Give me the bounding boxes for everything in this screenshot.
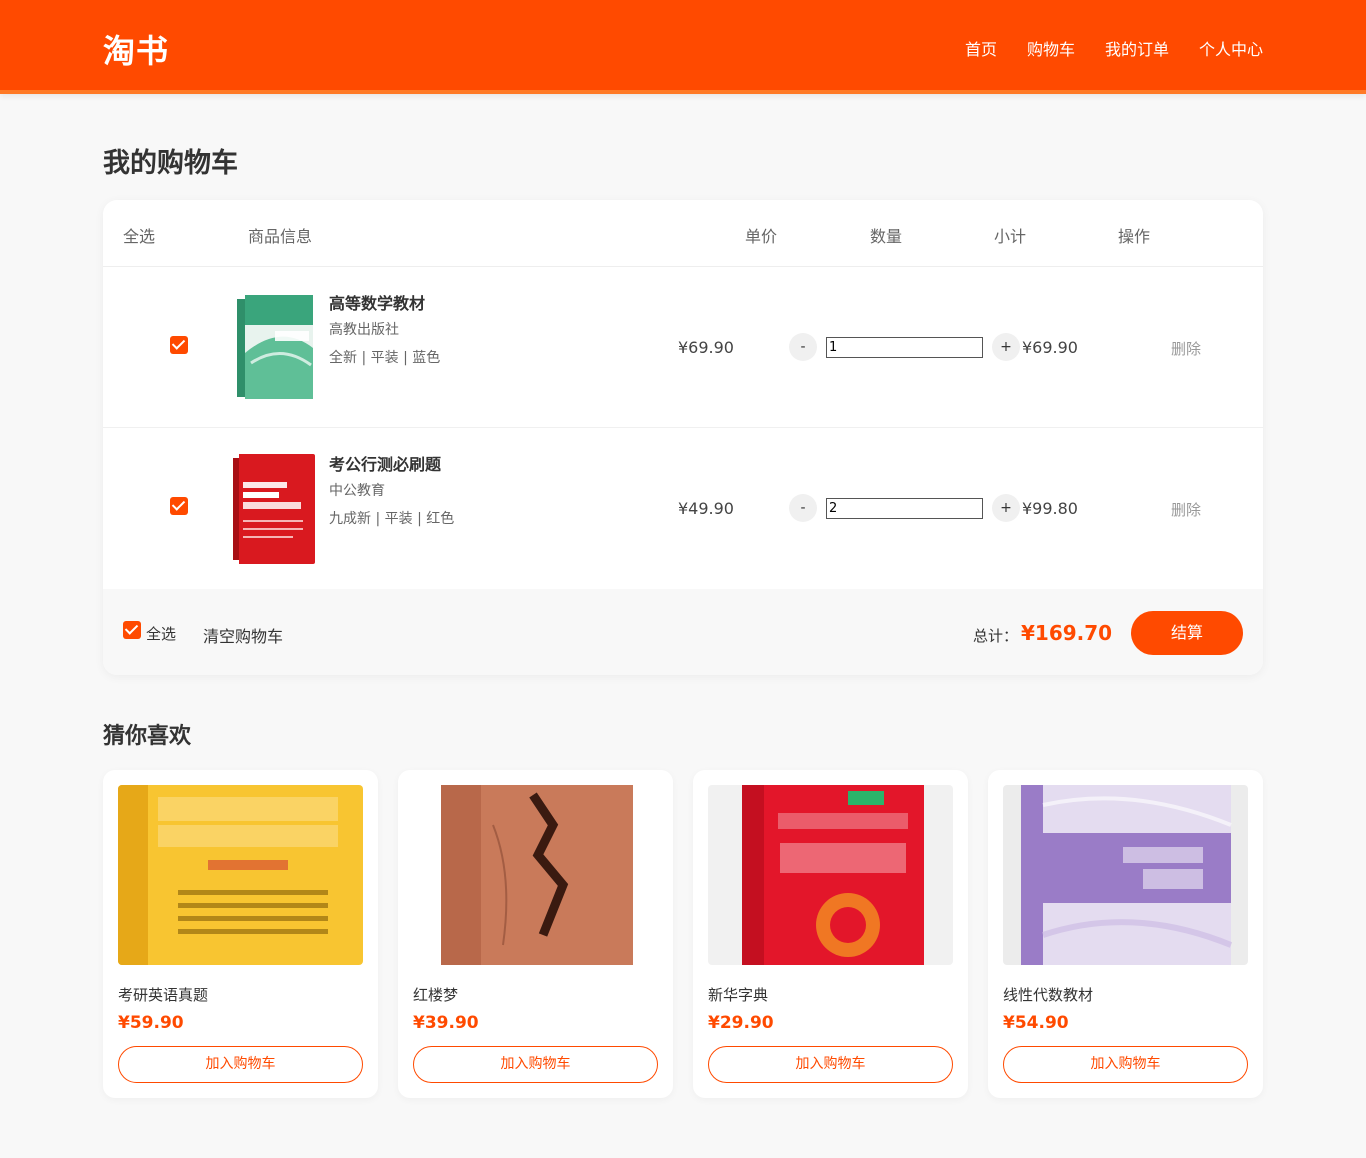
- product-name[interactable]: 线性代数教材: [1003, 984, 1093, 1005]
- clear-cart-link[interactable]: 清空购物车: [203, 623, 283, 647]
- nav-profile[interactable]: 个人中心: [1199, 36, 1263, 60]
- item-unit-price: ¥69.90: [678, 338, 734, 357]
- book-cover-image: [231, 454, 315, 564]
- recommend-title: 猜你喜欢: [103, 724, 192, 749]
- nav-orders[interactable]: 我的订单: [1105, 36, 1169, 60]
- product-name[interactable]: 红楼梦: [413, 984, 458, 1005]
- cart-row: 高等数学教材 高教出版社 全新 | 平装 | 蓝色 ¥69.90 - + ¥69…: [103, 267, 1263, 428]
- product-name[interactable]: 新华字典: [708, 984, 768, 1005]
- quantity-input[interactable]: [826, 498, 983, 519]
- nav-home[interactable]: 首页: [965, 36, 997, 60]
- top-header: 淘书 首页 购物车 我的订单 个人中心: [0, 0, 1366, 94]
- product-card[interactable]: 红楼梦 ¥39.90 加入购物车: [398, 770, 673, 1098]
- main-nav: 首页 购物车 我的订单 个人中心: [965, 36, 1263, 60]
- nav-cart[interactable]: 购物车: [1027, 36, 1075, 60]
- delete-item-link[interactable]: 删除: [1171, 338, 1201, 359]
- product-image[interactable]: [413, 785, 658, 965]
- product-image[interactable]: [1003, 785, 1248, 965]
- item-unit-price: ¥49.90: [678, 499, 734, 518]
- product-price: ¥59.90: [118, 1013, 184, 1033]
- add-to-cart-button[interactable]: 加入购物车: [708, 1046, 953, 1083]
- product-price: ¥39.90: [413, 1013, 479, 1033]
- col-product: 商品信息: [248, 227, 313, 246]
- product-price: ¥29.90: [708, 1013, 774, 1033]
- select-all-label[interactable]: 全选: [146, 623, 176, 644]
- add-to-cart-button[interactable]: 加入购物车: [1003, 1046, 1248, 1083]
- item-title[interactable]: 考公行测必刷题: [329, 451, 441, 475]
- item-publisher: 中公教育: [329, 483, 385, 499]
- cart-header: 全选 商品信息 单价 数量 小计 操作: [103, 200, 1263, 267]
- product-image[interactable]: [118, 785, 363, 965]
- product-card[interactable]: 新华字典 ¥29.90 加入购物车: [693, 770, 968, 1098]
- product-price: ¥54.90: [1003, 1013, 1069, 1033]
- page-title: 我的购物车: [103, 148, 238, 179]
- add-to-cart-button[interactable]: 加入购物车: [118, 1046, 363, 1083]
- col-action: 操作: [1118, 227, 1151, 246]
- item-checkbox[interactable]: [170, 336, 188, 354]
- item-spec: 九成新 | 平装 | 红色: [329, 511, 455, 527]
- item-subtotal: ¥69.90: [1022, 338, 1078, 357]
- quantity-minus-button[interactable]: -: [789, 494, 817, 522]
- item-spec: 全新 | 平装 | 蓝色: [329, 350, 441, 366]
- total-value: ¥169.70: [1021, 621, 1113, 645]
- delete-item-link[interactable]: 删除: [1171, 499, 1201, 520]
- product-image[interactable]: [708, 785, 953, 965]
- item-publisher: 高教出版社: [329, 322, 399, 338]
- select-all-checkbox[interactable]: [123, 621, 141, 639]
- total-label: 总计：: [973, 627, 1019, 645]
- quantity-minus-button[interactable]: -: [789, 333, 817, 361]
- col-subtotal: 小计: [994, 227, 1027, 246]
- product-card[interactable]: 考研英语真题 ¥59.90 加入购物车: [103, 770, 378, 1098]
- product-card[interactable]: 线性代数教材 ¥54.90 加入购物车: [988, 770, 1263, 1098]
- cart-footer: 全选 清空购物车 总计： ¥169.70 结算: [103, 589, 1263, 675]
- quantity-input[interactable]: [826, 337, 983, 358]
- quantity-plus-button[interactable]: +: [992, 333, 1020, 361]
- item-checkbox[interactable]: [170, 497, 188, 515]
- cart-row: 考公行测必刷题 中公教育 九成新 | 平装 | 红色 ¥49.90 - + ¥9…: [103, 428, 1263, 589]
- col-select-all[interactable]: 全选: [123, 223, 155, 247]
- col-unit-price: 单价: [745, 227, 778, 246]
- item-subtotal: ¥99.80: [1022, 499, 1078, 518]
- item-title[interactable]: 高等数学教材: [329, 290, 425, 314]
- site-logo[interactable]: 淘书: [103, 26, 169, 72]
- col-quantity: 数量: [870, 227, 903, 246]
- cart-panel: 全选 商品信息 单价 数量 小计 操作 高等数学教材 高教出版社 全新 | 平装…: [103, 200, 1263, 675]
- quantity-plus-button[interactable]: +: [992, 494, 1020, 522]
- product-name[interactable]: 考研英语真题: [118, 984, 208, 1005]
- checkout-button[interactable]: 结算: [1131, 611, 1243, 655]
- add-to-cart-button[interactable]: 加入购物车: [413, 1046, 658, 1083]
- book-cover-image: [231, 293, 315, 403]
